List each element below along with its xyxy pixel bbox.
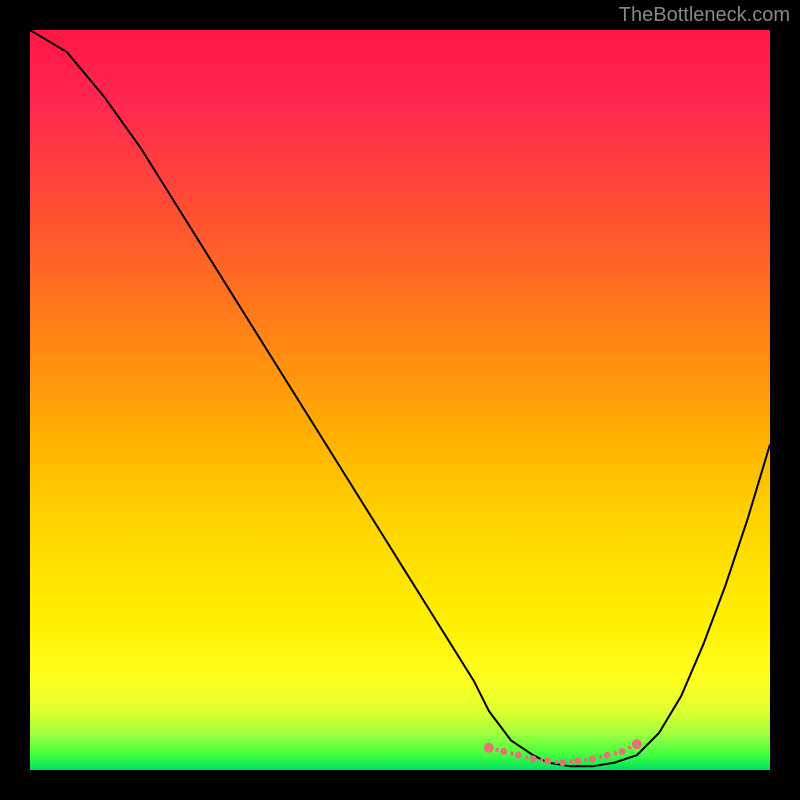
bottleneck-curve-path xyxy=(30,30,770,766)
chart-plot-area xyxy=(30,30,770,770)
marker-dot xyxy=(632,739,642,749)
curve-svg xyxy=(30,30,770,770)
watermark-text: TheBottleneck.com xyxy=(619,4,790,27)
